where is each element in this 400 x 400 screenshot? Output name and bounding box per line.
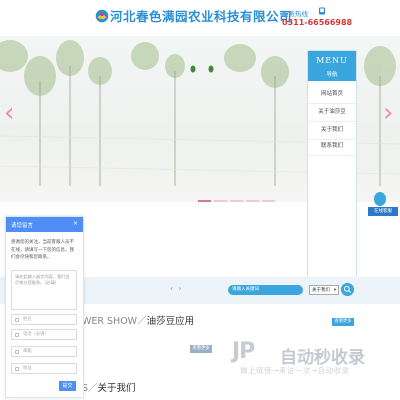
hotline-label: 服务热线 [282,10,308,18]
section-title-applications: WER SHOW／油莎豆应用 [82,313,194,327]
banner-dot[interactable] [246,200,259,202]
location-icon [15,367,19,371]
chat-title: 请您留言 [11,223,34,229]
menu-item-home[interactable]: 网站首页 [308,85,356,104]
user-icon [15,318,19,322]
service-label: 在线客服 [368,207,398,216]
name-field-placeholder: 姓名 [23,317,32,322]
address-field-placeholder: 地址 [23,366,32,371]
message-form-panel: 请您留言 × 感谢您的关注，当前客服人员不在线，请填写一下您的信息，我们会尽快和… [5,216,84,398]
online-service-widget[interactable]: 在线客服 [368,192,398,216]
pager-next-arrow[interactable]: › [178,284,181,293]
message-textarea[interactable]: 请在此输入留言内容，我们会尽快与您联系。（必填） [11,270,77,310]
search-category-select[interactable]: 关于我们 ▾ [309,285,339,295]
section-title-prefix: WER SHOW／ [82,316,147,327]
mail-icon [15,350,19,354]
name-field[interactable]: 姓名 [11,314,77,325]
search-pager: ‹ › [170,284,182,293]
company-name[interactable]: 河北春色满园农业科技有限公司 [110,6,292,25]
address-field[interactable]: 地址 [11,363,77,374]
watermark-subtitle: 做上链接→来访一次→自动收录 [240,366,350,375]
banner-prev-arrow[interactable]: ‹ [4,98,14,128]
search-input[interactable]: 请输入关键词 [228,285,303,295]
banner-dot[interactable] [214,200,227,202]
view-more-button-2[interactable]: 查看更多 [190,345,212,353]
banner-dot[interactable] [230,200,243,202]
side-menu: MENU 导航 网站首页 关于油莎豆 关于我们 联系我们 [307,50,357,304]
menu-title: MENU [316,56,348,65]
banner-dot[interactable] [262,200,275,202]
chevron-down-icon: ▾ [333,288,336,293]
service-avatar-icon [374,192,386,206]
phone-field[interactable]: 电话（必填） [11,329,77,340]
banner-dot[interactable] [198,200,211,202]
section-title-about: S／关于我们 [82,380,136,394]
banner-pagination [198,200,278,207]
menu-header: MENU 导航 [308,51,356,81]
email-field[interactable]: 邮箱 [11,346,77,357]
view-more-button[interactable]: 查看更多 [332,318,354,326]
section-title-text: 关于我们 [97,383,136,394]
search-button[interactable] [341,283,354,296]
menu-item-contact[interactable]: 联系我们 [308,137,356,156]
submit-button[interactable]: 提交 [59,381,76,391]
pager-prev-arrow[interactable]: ‹ [170,284,173,293]
section-title-prefix: S／ [82,383,98,394]
phone-icon [319,7,325,15]
close-icon[interactable]: × [73,220,78,227]
menu-item-about-chufa[interactable]: 关于油莎豆 [308,103,356,122]
email-field-placeholder: 邮箱 [23,349,32,354]
company-logo-icon[interactable] [95,9,109,23]
chat-offline-message: 感谢您的关注，当前客服人员不在线，请填写一下您的信息，我们会尽快和您联系。 [11,240,74,260]
search-select-value: 关于我们 [312,288,330,293]
phone-icon [15,333,19,337]
chat-header: 请您留言 × [6,217,83,232]
banner-next-arrow[interactable]: › [383,98,393,128]
phone-field-placeholder: 电话（必填） [23,332,49,337]
watermark-logo: JP [232,339,255,364]
section-title-text: 油莎豆应用 [146,316,195,327]
menu-subtitle: 导航 [326,72,338,78]
hotline-number: 0311-66566988 [282,18,353,27]
